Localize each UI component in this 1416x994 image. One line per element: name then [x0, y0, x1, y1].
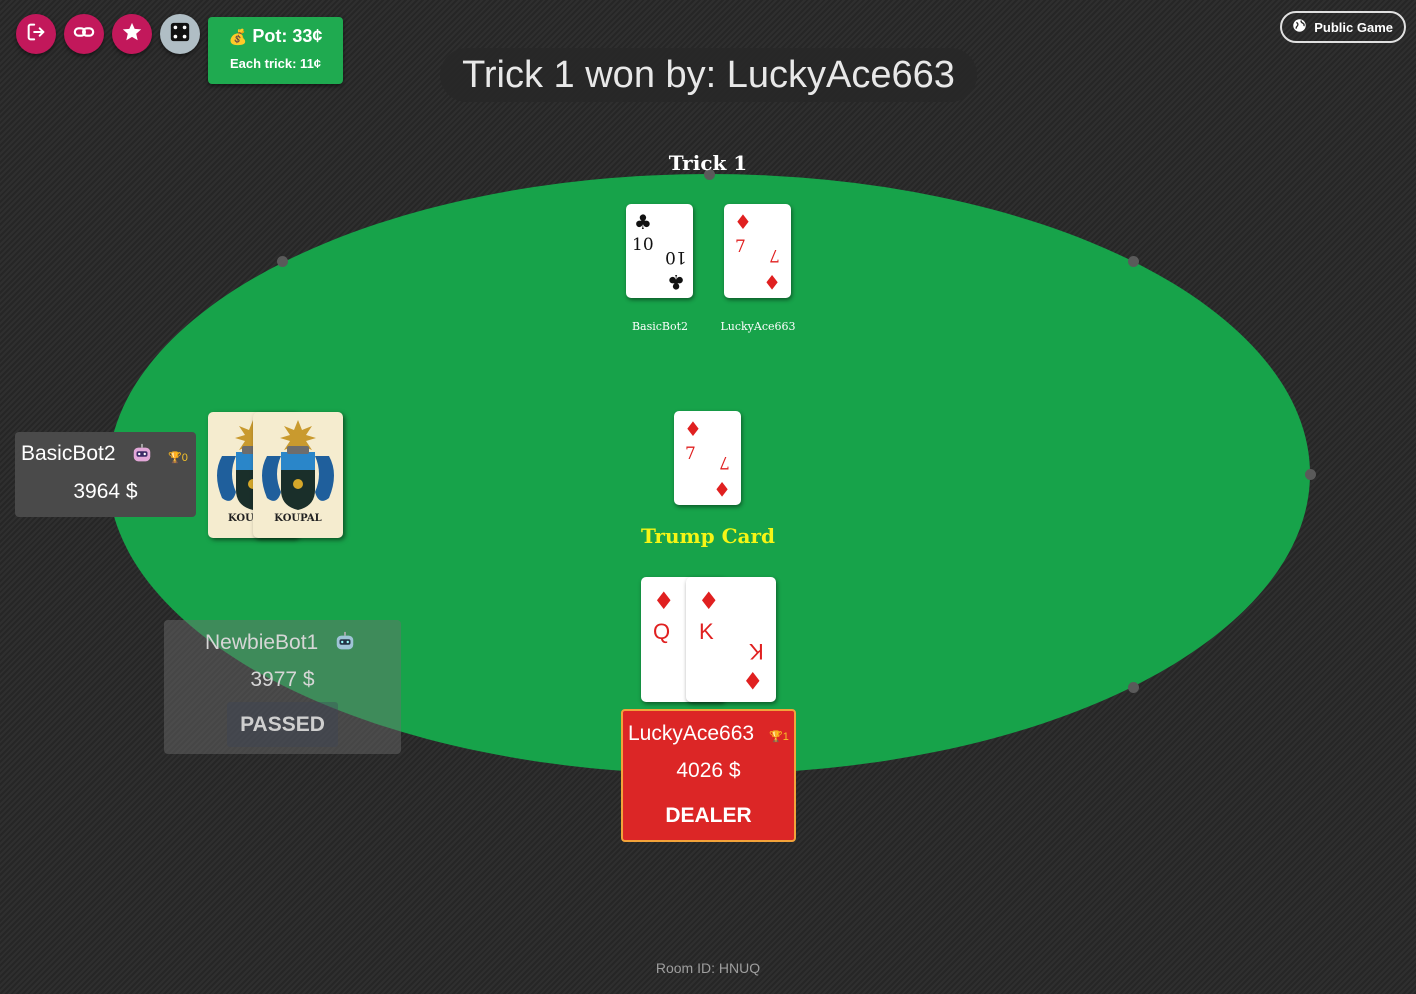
diamond-suit-icon: ♦ [653, 587, 675, 615]
diamond-suit-icon: ♦ [684, 417, 702, 441]
card-rank: Q [653, 619, 671, 644]
player-box-newbiebot1: NewbieBot1 3977 $ PASSED [164, 620, 401, 754]
player-box-basicbot2: BasicBot2 🏆0 3964 $ [15, 432, 196, 517]
player-box-luckyace663: LuckyAce663 🏆1 4026 $ DEALER [621, 709, 796, 842]
card-rank: 7 [769, 245, 780, 265]
hand-card[interactable]: ♦ K K ♦ [686, 577, 776, 702]
trick-card-player: BasicBot2 [631, 320, 689, 333]
dealer-badge: DEALER [665, 804, 752, 827]
pot-panel: 💰 Pot: 33¢ Each trick: 11¢ [208, 17, 343, 84]
globe-icon [1292, 18, 1307, 36]
trump-card: ♦ 7 7 ♦ [674, 411, 741, 505]
club-suit-icon: ♣ [667, 270, 685, 294]
passed-badge: PASSED [227, 702, 338, 747]
seat-marker [1305, 469, 1316, 480]
card-rank: 10 [665, 247, 687, 267]
trick-title: Trick 1 [668, 151, 748, 175]
card-back-label: KOUPAL [274, 513, 322, 524]
diamond-suit-icon: ♦ [763, 270, 781, 294]
seat-marker [1128, 256, 1139, 267]
diamond-suit-icon: ♦ [713, 477, 731, 501]
copy-link-button[interactable] [64, 14, 104, 54]
card-rank: 7 [719, 452, 730, 472]
robot-icon [131, 443, 153, 470]
trick-result-headline: Trick 1 won by: LuckyAce663 [440, 48, 977, 102]
public-game-button[interactable]: Public Game [1280, 11, 1406, 43]
star-icon [121, 21, 143, 47]
club-suit-icon: ♣ [634, 210, 652, 234]
robot-icon [334, 631, 356, 658]
diamond-suit-icon: ♦ [742, 666, 764, 694]
trick-card-player: LuckyAce663 [720, 320, 796, 333]
trophy-count: 🏆1 [769, 731, 789, 743]
dice-button[interactable] [160, 14, 200, 54]
card-rank: 7 [685, 444, 696, 464]
card-back-label: KOU [228, 513, 254, 524]
diamond-suit-icon: ♦ [698, 587, 720, 615]
seat-marker [277, 256, 288, 267]
trump-card-label: Trump Card [640, 524, 775, 548]
opponent-card-back: KOUPAL [253, 412, 343, 538]
logout-icon [25, 21, 47, 47]
room-id: Room ID: HNUQ [655, 960, 761, 976]
player-name: LuckyAce663 [628, 722, 755, 745]
dice-icon [169, 21, 191, 47]
money-bag-icon: 💰 [228, 29, 248, 46]
trophy-count: 🏆0 [168, 452, 188, 464]
card-rank: K [749, 639, 764, 664]
player-balance: 3977 $ [250, 668, 315, 691]
player-name: BasicBot2 [21, 442, 116, 465]
card-rank: K [699, 619, 714, 644]
each-trick-amount: Each trick: 11¢ [229, 56, 322, 71]
seat-marker [1128, 682, 1139, 693]
leave-game-button[interactable] [16, 14, 56, 54]
link-icon [73, 21, 95, 47]
card-rank: 10 [632, 235, 654, 255]
trick-card: ♦ 7 7 ♦ [724, 204, 791, 298]
diamond-suit-icon: ♦ [734, 210, 752, 234]
player-name: NewbieBot1 [205, 631, 319, 654]
favorite-button[interactable] [112, 14, 152, 54]
trick-card: ♣ 10 10 ♣ [626, 204, 693, 298]
player-balance: 3964 $ [73, 480, 138, 503]
player-balance: 4026 $ [676, 759, 741, 782]
card-rank: 7 [735, 237, 746, 257]
pot-amount: 💰 Pot: 33¢ [228, 26, 323, 46]
